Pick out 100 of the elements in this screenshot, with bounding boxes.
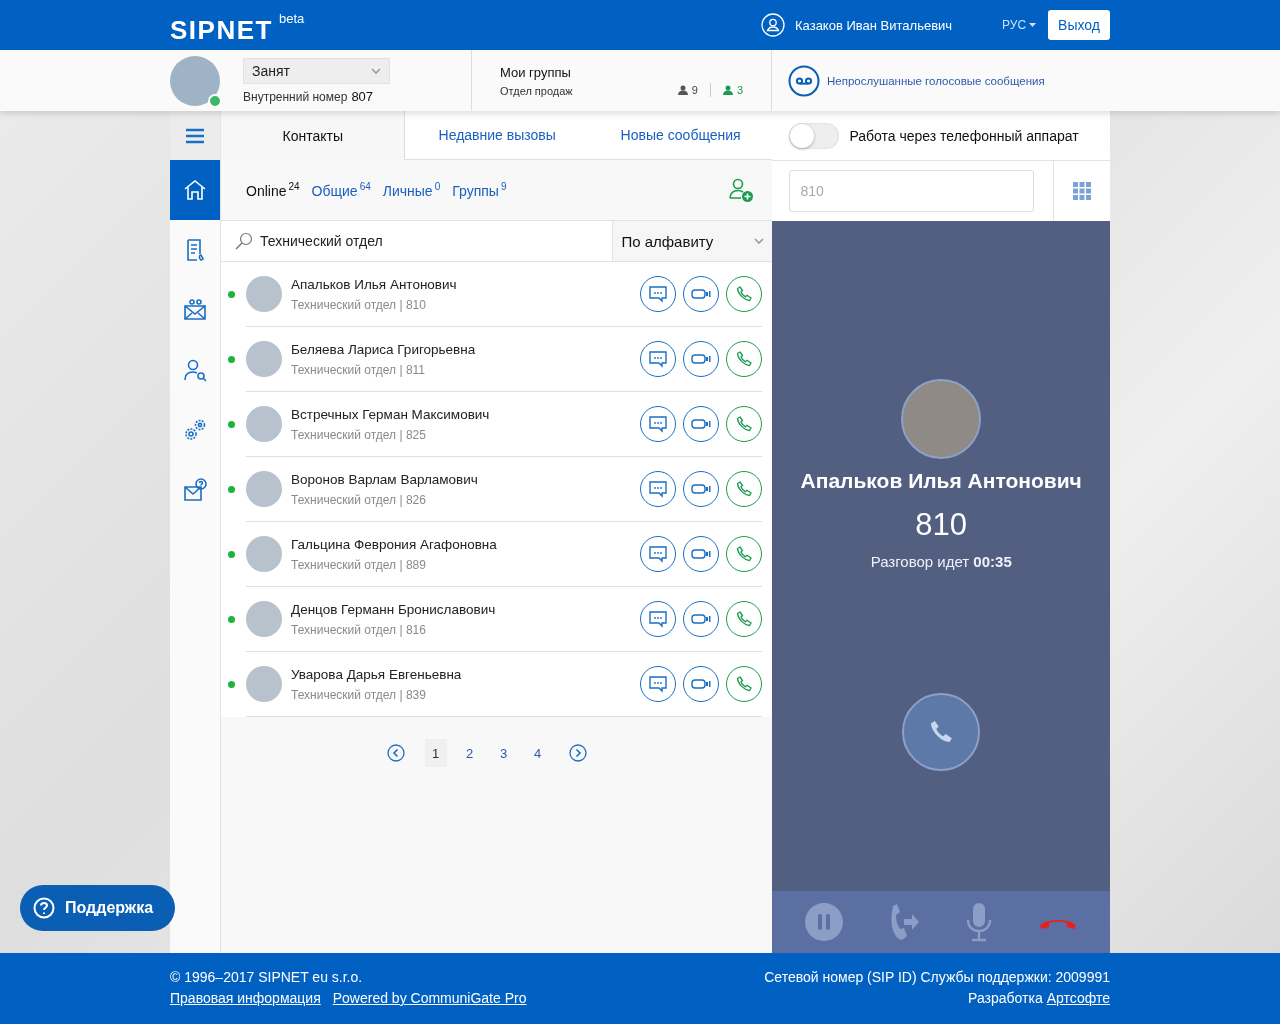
video-camera-icon[interactable] xyxy=(691,483,712,495)
online-count: 3 xyxy=(736,83,743,96)
filter-tab[interactable]: Группы$^{9}$ xyxy=(452,181,507,199)
filter-tab[interactable]: Общие$^{64}$ xyxy=(311,181,371,199)
previous-page-button[interactable] xyxy=(386,744,405,762)
page-button[interactable]: 2 xyxy=(458,739,481,767)
status-dropdown[interactable]: Занят xyxy=(243,57,390,84)
video-camera-icon[interactable] xyxy=(691,353,712,365)
contact-name[interactable]: Воронов Варлам Варламович xyxy=(291,471,478,487)
video-camera-icon[interactable] xyxy=(691,548,712,560)
contact-name[interactable]: Гальцина Феврония Агафоновна xyxy=(291,536,497,552)
support-id-text: Сетевой номер (SIP ID) Службы поддержки: 2009991 xyxy=(764,969,1110,985)
contact-details: Технический отдел | 811 xyxy=(291,362,426,377)
voicemail-link[interactable]: Непрослушанные голосовые сообщения xyxy=(827,74,1045,87)
voicemail-icon[interactable] xyxy=(788,64,820,97)
developer-link[interactable]: Артсофте xyxy=(1046,990,1110,1006)
phone-mode-label: Работа через телефонный аппарат xyxy=(849,127,1079,144)
page-button[interactable]: 4 xyxy=(526,739,549,767)
contact-details: Технический отдел | 810 xyxy=(291,297,427,312)
chat-icon[interactable] xyxy=(648,545,669,563)
caret-icon[interactable] xyxy=(754,238,765,244)
search-bar[interactable]: Технический отдел xyxy=(221,220,613,262)
add-contact-icon[interactable] xyxy=(728,177,755,203)
tab[interactable]: Контакты xyxy=(221,111,406,160)
group-name[interactable]: Отдел продаж xyxy=(500,84,678,97)
dial-field[interactable]: 810 xyxy=(789,170,1034,212)
phone-icon[interactable] xyxy=(735,675,754,693)
contact-name[interactable]: Беляева Лариса Григорьевна xyxy=(291,341,476,357)
caret-icon[interactable] xyxy=(1029,22,1037,28)
member-count: 9 xyxy=(691,83,698,96)
search-icon xyxy=(235,232,253,250)
menu-button[interactable] xyxy=(170,111,220,160)
call-status: Разговор идет 00:35 xyxy=(870,553,1012,570)
user-search-icon[interactable] xyxy=(182,357,208,383)
phone-icon[interactable] xyxy=(735,350,754,368)
toggle-switch[interactable] xyxy=(789,122,840,149)
person-icon xyxy=(677,84,688,95)
beta-label: beta xyxy=(278,10,305,26)
envelope-icon[interactable] xyxy=(182,297,208,323)
contact-details: Технический отдел | 825 xyxy=(291,427,427,442)
contact-details: Технический отдел | 839 xyxy=(291,687,427,702)
tab[interactable]: Недавние вызовы xyxy=(405,111,589,160)
phone-icon[interactable] xyxy=(735,610,754,628)
tab[interactable]: Новые сообщения xyxy=(588,111,773,160)
phone-icon[interactable] xyxy=(735,415,754,433)
phone-icon[interactable] xyxy=(735,480,754,498)
phone-icon[interactable] xyxy=(735,545,754,563)
copyright-text: © 1996–2017 SIPNET eu s.r.o. xyxy=(170,969,364,985)
user-icon[interactable] xyxy=(761,13,785,37)
developer-label: Разработка xyxy=(968,990,1043,1006)
avatar xyxy=(246,601,282,637)
extension-label: Внутренний номер xyxy=(243,89,348,104)
avatar xyxy=(170,55,220,106)
footer-link[interactable]: Powered by CommuniGate Pro xyxy=(332,990,527,1006)
chat-icon[interactable] xyxy=(648,415,669,433)
page-button[interactable]: 3 xyxy=(492,739,515,767)
contact-details: Технический отдел | 826 xyxy=(291,492,427,507)
chat-icon[interactable] xyxy=(648,285,669,303)
support-button[interactable]: Поддержка xyxy=(20,885,176,931)
contact-details: Технический отдел | 816 xyxy=(291,622,427,637)
chat-icon[interactable] xyxy=(648,480,669,498)
video-camera-icon[interactable] xyxy=(691,418,712,430)
video-camera-icon[interactable] xyxy=(691,678,712,690)
keypad-icon[interactable] xyxy=(1073,182,1091,200)
filter-tab[interactable]: Online$^{24}$ xyxy=(246,181,300,199)
avatar xyxy=(246,341,282,377)
contact-name[interactable]: Апальков Илья Антонович xyxy=(291,276,457,292)
caller-name: Апальков Илья Антонович xyxy=(800,469,1082,493)
contact-name[interactable]: Встречных Герман Максимович xyxy=(291,406,490,422)
chat-icon[interactable] xyxy=(648,350,669,368)
video-camera-icon[interactable] xyxy=(691,613,712,625)
caller-number: 810 xyxy=(915,507,968,543)
chat-icon[interactable] xyxy=(648,675,669,693)
gears-icon[interactable] xyxy=(182,417,208,443)
extension-number: 807 xyxy=(351,88,374,104)
sort-dropdown[interactable]: По алфавиту xyxy=(612,220,773,262)
next-page-button[interactable] xyxy=(568,744,587,762)
phone-icon[interactable] xyxy=(735,285,754,303)
logo[interactable]: SIPNET xyxy=(170,14,273,46)
avatar xyxy=(246,406,282,442)
envelope-question-icon[interactable] xyxy=(182,477,208,503)
footer-link[interactable]: Правовая информация xyxy=(170,990,321,1006)
search-field[interactable]: Технический отдел xyxy=(258,225,613,257)
language-selector[interactable]: РУС xyxy=(1002,18,1027,32)
contact-details: Технический отдел | 889 xyxy=(291,557,427,572)
avatar xyxy=(246,536,282,572)
home-icon[interactable] xyxy=(182,177,208,203)
page-button[interactable]: 1 xyxy=(424,739,447,767)
chat-icon[interactable] xyxy=(648,610,669,628)
filter-tab[interactable]: Личные$^{0}$ xyxy=(382,181,441,199)
caret-icon[interactable] xyxy=(371,67,381,74)
logout-button[interactable]: Выход xyxy=(1048,10,1110,40)
sidebar-item[interactable] xyxy=(170,160,220,220)
help-icon[interactable] xyxy=(33,897,55,919)
video-camera-icon[interactable] xyxy=(691,288,712,300)
contact-name[interactable]: Уварова Дарья Евгеньевна xyxy=(291,666,462,682)
user-name[interactable]: Казаков Иван Витальевич xyxy=(795,17,953,33)
avatar xyxy=(246,666,282,702)
groups-title: Мои группы xyxy=(500,64,572,80)
contact-name[interactable]: Денцов Германн Брониславович xyxy=(291,601,496,617)
